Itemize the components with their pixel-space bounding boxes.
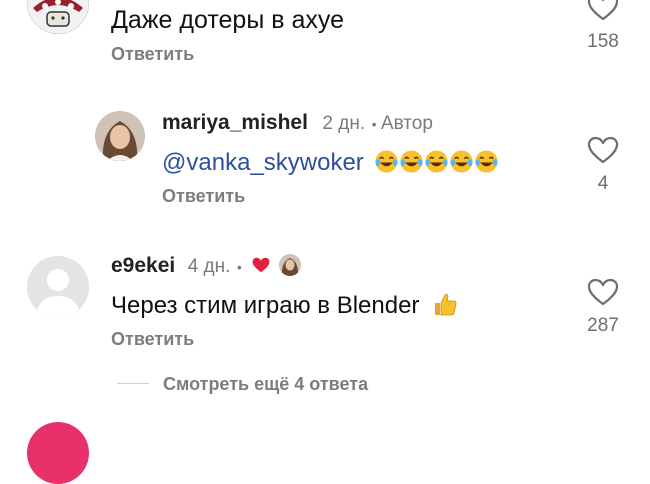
avatar-image [27, 0, 89, 34]
default-avatar-icon [27, 256, 89, 318]
comment-header: mariya_mishel 2 дн. • Автор [162, 111, 433, 135]
comment-text: @vanka_skywoker [162, 149, 499, 177]
laughing-tears-emoji-icon [425, 150, 449, 173]
comment-header: e9ekei 4 дн. • [111, 254, 301, 278]
laughing-tears-emoji-icon [450, 150, 474, 173]
avatar[interactable] [27, 0, 89, 34]
view-more-divider [117, 383, 149, 384]
like-count: 158 [587, 31, 619, 52]
mention-icon: @ [162, 149, 187, 176]
like-count: 4 [597, 173, 609, 194]
timestamp: 2 дн. [322, 113, 366, 134]
comment-body: Через стим играю в Blender [111, 292, 420, 319]
thumbs-up-emoji-icon [435, 293, 457, 316]
avatar[interactable] [95, 111, 145, 161]
username[interactable]: mariya_mishel [162, 111, 308, 134]
comment-text: Через стим играю в Blender [111, 291, 458, 320]
separator-dot: • [236, 259, 242, 275]
heart-outline-icon [587, 136, 619, 164]
mention-username: vanka_skywoker [186, 149, 364, 176]
timestamp: 4 дн. [187, 256, 231, 277]
avatar[interactable] [27, 256, 89, 318]
heart-outline-icon [587, 0, 619, 21]
like-button[interactable] [586, 277, 620, 307]
like-count: 287 [587, 315, 619, 336]
comment-text: Даже дотеры в ахуе [111, 6, 344, 34]
laughing-tears-emoji-icon [375, 150, 399, 173]
creator-liked-badge [250, 256, 272, 274]
separator-dot: • [371, 116, 377, 132]
creator-avatar-image [278, 254, 301, 276]
laughing-tears-emoji-icon [400, 150, 424, 173]
author-badge: Автор [380, 113, 433, 134]
emoji-group [374, 149, 499, 176]
creator-avatar [278, 254, 301, 276]
reply-button[interactable]: Ответить [162, 186, 245, 207]
heart-filled-icon [252, 257, 270, 273]
reply-button[interactable]: Ответить [111, 329, 194, 350]
like-button[interactable] [586, 135, 620, 165]
username[interactable]: e9ekei [111, 254, 175, 277]
mention-link[interactable]: @vanka_skywoker [162, 149, 364, 176]
heart-outline-icon [587, 278, 619, 306]
like-button[interactable] [586, 0, 620, 22]
laughing-tears-emoji-icon [475, 150, 499, 173]
reply-button[interactable]: Ответить [111, 44, 194, 65]
view-more-replies-button[interactable]: Смотреть ещё 4 ответа [163, 374, 368, 395]
avatar[interactable] [27, 422, 89, 484]
avatar-image [95, 111, 145, 161]
